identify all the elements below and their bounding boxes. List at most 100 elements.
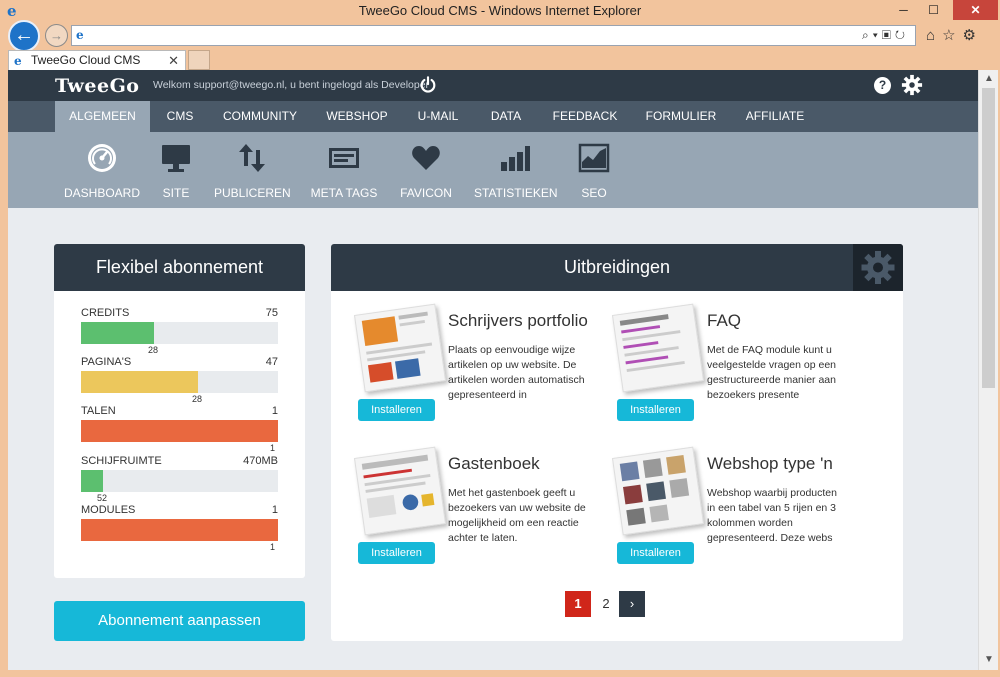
settings-gear-icon[interactable] <box>901 74 923 96</box>
extensions-right-column: FAQ Met de FAQ module kunt u veelgesteld… <box>601 291 861 591</box>
submenu-statistieken-label: STATISTIEKEN <box>474 186 558 200</box>
compat-view-icon[interactable]: ▣ <box>882 28 895 42</box>
dropdown-icon[interactable]: ▾ <box>873 28 882 42</box>
usage-row: CREDITS 75 28 <box>81 307 278 355</box>
heart-icon <box>412 146 440 170</box>
search-icon[interactable]: ⌕ <box>862 28 873 42</box>
usage-bar-fill <box>81 420 278 442</box>
tab-ie-icon: e <box>14 54 22 68</box>
close-window-button[interactable]: ✕ <box>953 0 998 20</box>
address-tools[interactable]: ⌕▾▣↻ <box>862 28 909 43</box>
usage-used-value: 1 <box>270 443 276 453</box>
browser-tab[interactable]: e TweeGo Cloud CMS ✕ <box>8 50 186 71</box>
seo-chart-icon <box>578 143 610 173</box>
window-title: TweeGo Cloud CMS - Windows Internet Expl… <box>358 3 642 18</box>
help-icon[interactable]: ? <box>874 77 891 94</box>
usage-total: 470MB <box>243 455 278 467</box>
tab-row: e TweeGo Cloud CMS ✕ <box>0 48 1000 71</box>
meta-tags-icon <box>329 148 359 168</box>
usage-total: 1 <box>271 504 278 516</box>
favorites-star-icon[interactable]: ☆ <box>942 27 962 44</box>
install-button[interactable]: Installeren <box>358 399 435 421</box>
extension-title: Gastenboek <box>448 454 540 473</box>
extension-description: Webshop waarbij producten in een tabel v… <box>707 487 837 544</box>
tools-gear-icon[interactable]: ⚙ <box>963 27 983 44</box>
usage-label: PAGINA'S <box>81 356 132 368</box>
menu-webshop[interactable]: WEBSHOP <box>310 101 404 132</box>
extensions-settings-gear-icon[interactable] <box>853 244 903 291</box>
extensions-card: Uitbreidingen Schrijvers portfolio Plaat… <box>331 244 903 641</box>
welcome-text: Welkom support@tweego.nl, u bent ingelog… <box>153 79 430 91</box>
power-logout-icon[interactable] <box>419 76 437 94</box>
address-bar[interactable]: e ⌕▾▣↻ <box>71 25 916 46</box>
webshop-thumbnail <box>611 446 705 536</box>
extension-item: FAQ Met de FAQ module kunt u veelgesteld… <box>601 291 841 421</box>
home-icon[interactable]: ⌂ <box>926 27 942 44</box>
usage-row: SCHIJFRUIMTE 470MB 52 <box>81 455 278 503</box>
usage-label: MODULES <box>81 504 136 516</box>
page-1-button[interactable]: 1 <box>565 591 591 617</box>
extension-title: Webshop type 'n <box>707 454 833 473</box>
submenu-statistieken[interactable]: STATISTIEKEN <box>474 142 558 204</box>
scroll-thumb[interactable] <box>982 88 995 388</box>
usage-bar-track <box>81 470 278 492</box>
scroll-up-arrow-icon[interactable]: ▲ <box>979 70 999 87</box>
install-button[interactable]: Installeren <box>358 542 435 564</box>
address-ie-icon: e <box>76 28 84 42</box>
usage-row: MODULES 1 1 <box>81 504 278 552</box>
subscription-title: Flexibel abonnement <box>54 244 305 291</box>
tweego-logo[interactable]: TweeGo <box>55 75 139 97</box>
menu-cms[interactable]: CMS <box>150 101 210 132</box>
submenu-publiceren[interactable]: PUBLICEREN <box>214 142 291 204</box>
extensions-header: Uitbreidingen <box>331 244 903 291</box>
submenu-seo-label: SEO <box>581 186 607 200</box>
menu-affiliate[interactable]: AFFILIATE <box>732 101 818 132</box>
submenu-meta-tags-label: META TAGS <box>310 186 378 200</box>
usage-used-value: 1 <box>270 542 276 552</box>
extension-item: Webshop type 'n Webshop waarbij producte… <box>601 434 841 564</box>
forward-button[interactable]: → <box>45 24 68 47</box>
submenu-seo[interactable]: SEO <box>574 142 614 204</box>
browser-toolbar-icons: ⌂☆⚙ <box>926 26 996 44</box>
subscription-card: Flexibel abonnement CREDITS 75 28 PAGINA'S 4… <box>54 244 305 578</box>
submenu-dashboard[interactable]: DASHBOARD <box>64 142 140 204</box>
portfolio-thumbnail <box>353 303 447 393</box>
menu-data[interactable]: DATA <box>472 101 540 132</box>
usage-used-value: 28 <box>148 345 159 355</box>
next-page-button[interactable]: › <box>619 591 645 617</box>
usage-bar-track <box>81 371 278 393</box>
page-2-button[interactable]: 2 <box>593 591 619 617</box>
menu-u-mail[interactable]: U-MAIL <box>404 101 472 132</box>
submenu-favicon[interactable]: FAVICON <box>396 142 456 204</box>
submenu-meta-tags[interactable]: META TAGS <box>308 142 380 204</box>
scroll-down-arrow-icon[interactable]: ▼ <box>979 651 999 668</box>
extension-description: Met het gastenboek geeft u bezoekers van… <box>448 487 586 544</box>
menu-algemeen[interactable]: ALGEMEEN <box>55 101 150 132</box>
maximize-button[interactable]: ☐ <box>920 0 947 20</box>
new-tab-button[interactable] <box>188 50 210 70</box>
menu-community[interactable]: COMMUNITY <box>210 101 310 132</box>
usage-label: SCHIJFRUIMTE <box>81 455 162 467</box>
extension-description: Met de FAQ module kunt u veelgestelde vr… <box>707 344 837 401</box>
usage-bar-track <box>81 322 278 344</box>
extension-description: Plaats op eenvoudige wijze artikelen op … <box>448 344 585 401</box>
refresh-icon[interactable]: ↻ <box>895 28 909 42</box>
tab-close-icon[interactable]: ✕ <box>168 51 179 70</box>
submenu-publiceren-label: PUBLICEREN <box>214 186 291 200</box>
change-subscription-button[interactable]: Abonnement aanpassen <box>54 601 305 641</box>
vertical-scrollbar[interactable]: ▲ ▼ <box>978 70 998 670</box>
usage-label: CREDITS <box>81 307 130 319</box>
minimize-button[interactable]: ─ <box>890 0 917 20</box>
menu-formulier[interactable]: FORMULIER <box>630 101 732 132</box>
submenu-site[interactable]: SITE <box>152 142 200 204</box>
usage-bar-track <box>81 519 278 541</box>
install-button[interactable]: Installeren <box>617 542 694 564</box>
extension-title: Schrijvers portfolio <box>448 311 588 330</box>
usage-bar-fill <box>81 519 278 541</box>
install-button[interactable]: Installeren <box>617 399 694 421</box>
usage-bar-track <box>81 420 278 442</box>
extension-item: Gastenboek Met het gastenboek geeft u be… <box>331 434 586 564</box>
faq-thumbnail <box>611 303 705 393</box>
usage-bar-fill <box>81 371 198 393</box>
menu-feedback[interactable]: FEEDBACK <box>540 101 630 132</box>
